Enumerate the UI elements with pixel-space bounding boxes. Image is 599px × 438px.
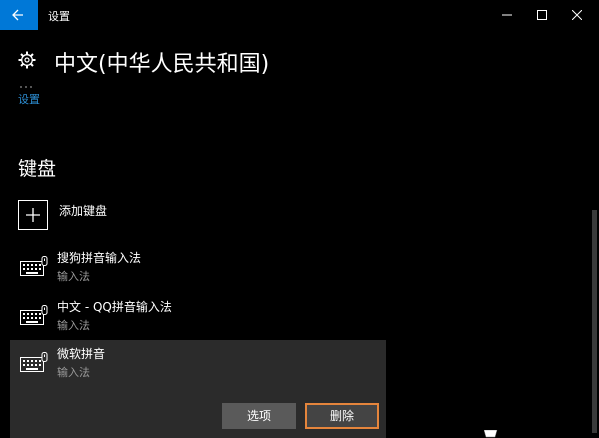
scrollbar[interactable]	[592, 210, 597, 433]
keyboard-item-qq[interactable]: 中文 - QQ拼音输入法 输入法	[10, 293, 386, 339]
keyboard-type: 输入法	[57, 319, 90, 332]
keyboard-name: 搜狗拼音输入法	[57, 251, 142, 265]
window-title: 设置	[48, 10, 70, 23]
close-icon	[572, 10, 582, 20]
add-keyboard-button[interactable]: 添加键盘	[10, 194, 390, 238]
minimize-icon	[502, 14, 512, 16]
maximize-icon	[537, 10, 547, 20]
keyboard-type: 输入法	[57, 270, 90, 283]
keyboard-name: 微软拼音	[57, 347, 106, 361]
keyboard-item-sogou[interactable]: 搜狗拼音输入法 输入法	[10, 244, 386, 290]
options-button[interactable]: 选项	[222, 403, 296, 429]
add-keyboard-label: 添加键盘	[59, 204, 108, 218]
gear-icon	[18, 51, 36, 69]
back-button[interactable]	[0, 0, 38, 30]
keyboard-type: 输入法	[57, 366, 90, 379]
mouse-cursor-icon	[484, 430, 498, 438]
plus-icon	[26, 208, 40, 222]
breadcrumb-ellipsis	[20, 73, 44, 88]
breadcrumb-settings-link[interactable]: 设置	[18, 91, 40, 107]
keyboard-icon	[20, 256, 48, 276]
keyboard-name: 中文 - QQ拼音输入法	[57, 300, 172, 314]
add-box	[18, 200, 48, 230]
close-button[interactable]	[560, 0, 594, 30]
title-bar: 设置	[0, 0, 599, 30]
page-title: 中文(中华人民共和国)	[54, 52, 270, 77]
page-header: 中文(中华人民共和国)	[0, 38, 599, 88]
keyboard-icon	[20, 305, 48, 325]
keyboard-icon	[20, 352, 48, 372]
section-title: 键盘	[18, 158, 57, 180]
back-arrow-icon	[12, 9, 23, 21]
minimize-button[interactable]	[490, 0, 524, 30]
delete-button[interactable]: 删除	[305, 403, 379, 429]
maximize-button[interactable]	[525, 0, 559, 30]
